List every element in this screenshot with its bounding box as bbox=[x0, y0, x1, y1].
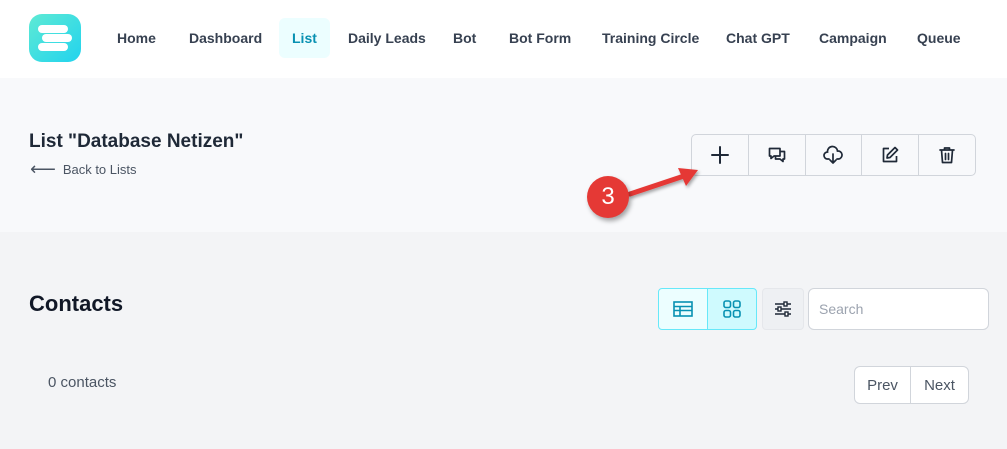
back-link-label: Back to Lists bbox=[62, 161, 137, 177]
grid-icon bbox=[723, 300, 741, 318]
step-number-badge: 3 bbox=[587, 176, 629, 218]
sliders-icon bbox=[775, 301, 791, 317]
search-input[interactable] bbox=[808, 288, 989, 330]
download-icon bbox=[823, 145, 844, 164]
contacts-count: 0 contacts bbox=[48, 374, 117, 391]
message-button[interactable] bbox=[749, 135, 806, 175]
nav-queue[interactable]: Queue bbox=[904, 18, 974, 58]
filter-button[interactable] bbox=[762, 288, 804, 330]
next-page-button[interactable]: Next bbox=[911, 367, 968, 403]
chat-icon bbox=[768, 147, 786, 163]
list-actions-toolbar bbox=[691, 134, 976, 176]
nav-dashboard[interactable]: Dashboard bbox=[176, 18, 275, 58]
table-view-button[interactable] bbox=[658, 288, 708, 330]
pagination: Prev Next bbox=[854, 366, 969, 404]
nav-bot-form[interactable]: Bot Form bbox=[496, 18, 584, 58]
edit-list-button[interactable] bbox=[862, 135, 920, 175]
nav-training-circle[interactable]: Training Circle bbox=[589, 18, 712, 58]
back-to-lists-link[interactable]: ⟵ Back to Lists bbox=[30, 159, 137, 179]
contacts-heading: Contacts bbox=[29, 291, 124, 316]
nav-chat-gpt[interactable]: Chat GPT bbox=[713, 18, 803, 58]
prev-page-button[interactable]: Prev bbox=[855, 367, 911, 403]
arrow-left-icon: ⟵ bbox=[30, 159, 56, 179]
plus-icon bbox=[710, 146, 729, 164]
page-title: List "Database Netizen" bbox=[29, 131, 244, 152]
app-logo[interactable] bbox=[29, 14, 81, 62]
logo-icon bbox=[29, 14, 81, 62]
grid-view-button[interactable] bbox=[707, 288, 757, 330]
trash-icon bbox=[939, 147, 955, 164]
table-icon bbox=[673, 301, 693, 317]
edit-icon bbox=[882, 146, 899, 163]
download-button[interactable] bbox=[806, 135, 863, 175]
nav-campaign[interactable]: Campaign bbox=[806, 18, 900, 58]
nav-daily-leads[interactable]: Daily Leads bbox=[335, 18, 439, 58]
nav-home[interactable]: Home bbox=[104, 18, 169, 58]
top-nav: Home Dashboard List Daily Leads Bot Bot … bbox=[0, 0, 1007, 78]
delete-list-button[interactable] bbox=[919, 135, 975, 175]
nav-list[interactable]: List bbox=[279, 18, 330, 58]
nav-bot[interactable]: Bot bbox=[440, 18, 489, 58]
